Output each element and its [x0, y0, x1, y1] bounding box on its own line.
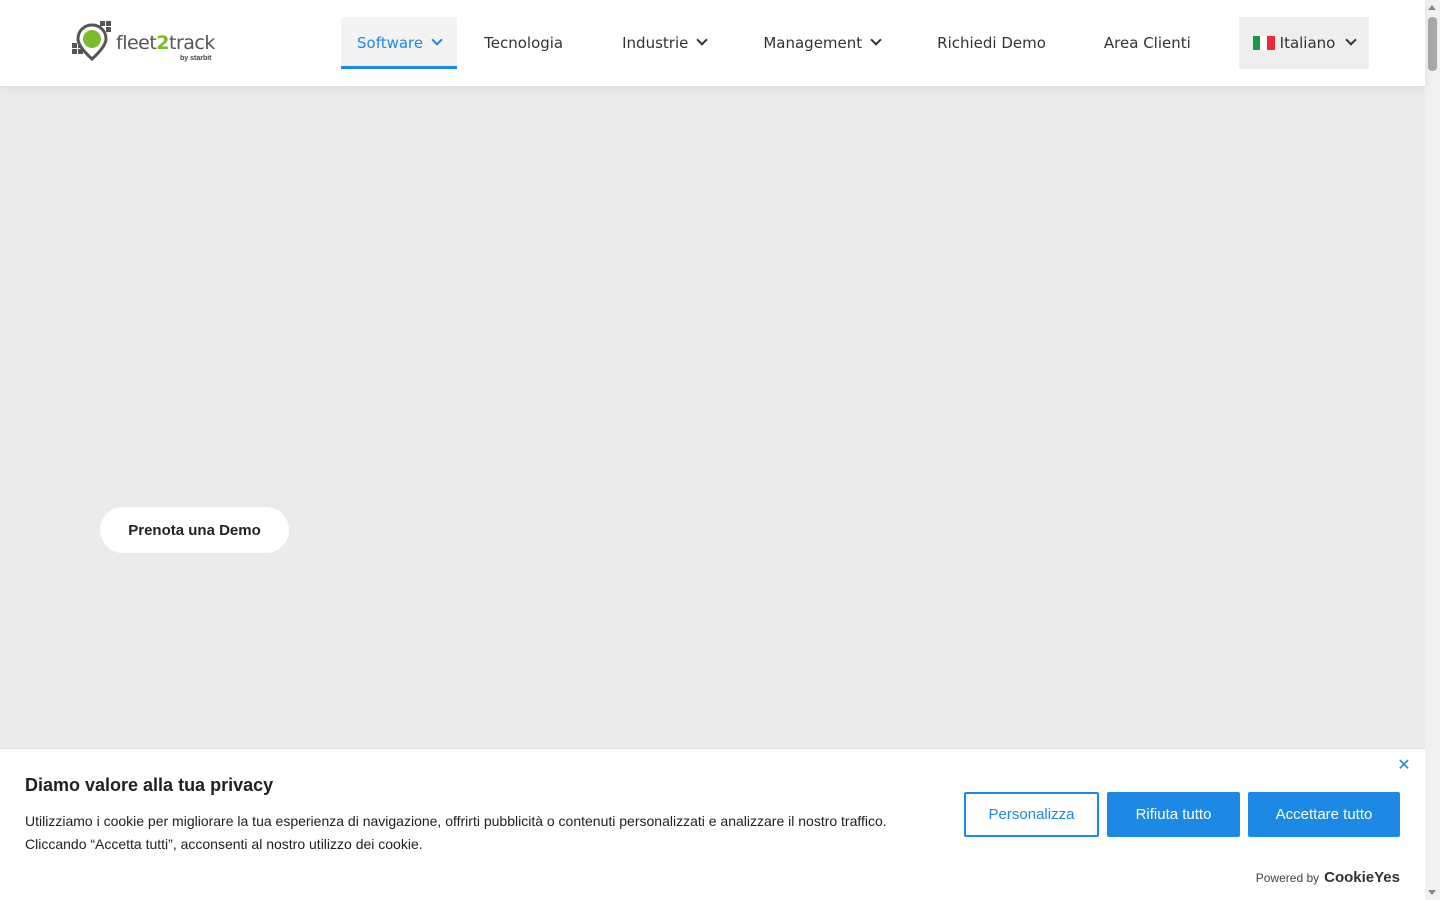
customize-button[interactable]: Personalizza [964, 792, 1099, 837]
scroll-thumb[interactable] [1428, 17, 1437, 71]
scroll-up-arrow-icon[interactable] [1428, 5, 1436, 10]
chevron-down-icon [870, 34, 882, 46]
chevron-down-icon [696, 34, 709, 46]
logo-wordmark: fleet2track [116, 32, 215, 54]
main-nav: Software Tecnologia Industrie Management… [341, 17, 1207, 69]
reject-all-button[interactable]: Rifiuta tutto [1107, 792, 1240, 837]
cookie-title: Diamo valore alla tua privacy [25, 775, 274, 795]
logo-subtitle: by starbit [180, 55, 212, 62]
accept-all-button[interactable]: Accettare tutto [1248, 792, 1400, 837]
nav-item-software[interactable]: Software [341, 17, 458, 69]
language-label: Italiano [1279, 34, 1336, 52]
nav-item-industrie[interactable]: Industrie [595, 17, 736, 69]
nav-item-tecnologia[interactable]: Tecnologia [457, 17, 595, 69]
site-logo[interactable]: fleet2track by starbit [70, 18, 220, 64]
book-demo-button[interactable]: Prenota una Demo [100, 507, 289, 553]
page-scrollbar[interactable] [1425, 0, 1440, 900]
cookie-consent-banner: Diamo valore alla tua privacy Utilizziam… [0, 748, 1425, 900]
chevron-down-icon [1345, 34, 1358, 46]
chevron-down-icon [431, 34, 443, 46]
cookieyes-logo: CookieYes [1324, 869, 1400, 886]
powered-by[interactable]: Powered by CookieYes [1256, 869, 1400, 886]
italy-flag-icon [1252, 36, 1275, 50]
language-selector[interactable]: Italiano [1239, 17, 1369, 69]
nav-item-area-clienti[interactable]: Area Clienti [1076, 17, 1207, 69]
nav-item-richiedi-demo[interactable]: Richiedi Demo [910, 17, 1076, 69]
powered-by-label: Powered by [1255, 871, 1320, 885]
site-header: fleet2track by starbit Software Tecnolog… [0, 0, 1425, 86]
nav-item-management[interactable]: Management [736, 17, 910, 69]
location-pin-logo-icon [72, 21, 111, 61]
scroll-down-arrow-icon[interactable] [1428, 890, 1436, 895]
close-icon[interactable]: ✕ [1397, 758, 1411, 774]
cookie-description: Utilizziamo i cookie per migliorare la t… [25, 813, 887, 852]
